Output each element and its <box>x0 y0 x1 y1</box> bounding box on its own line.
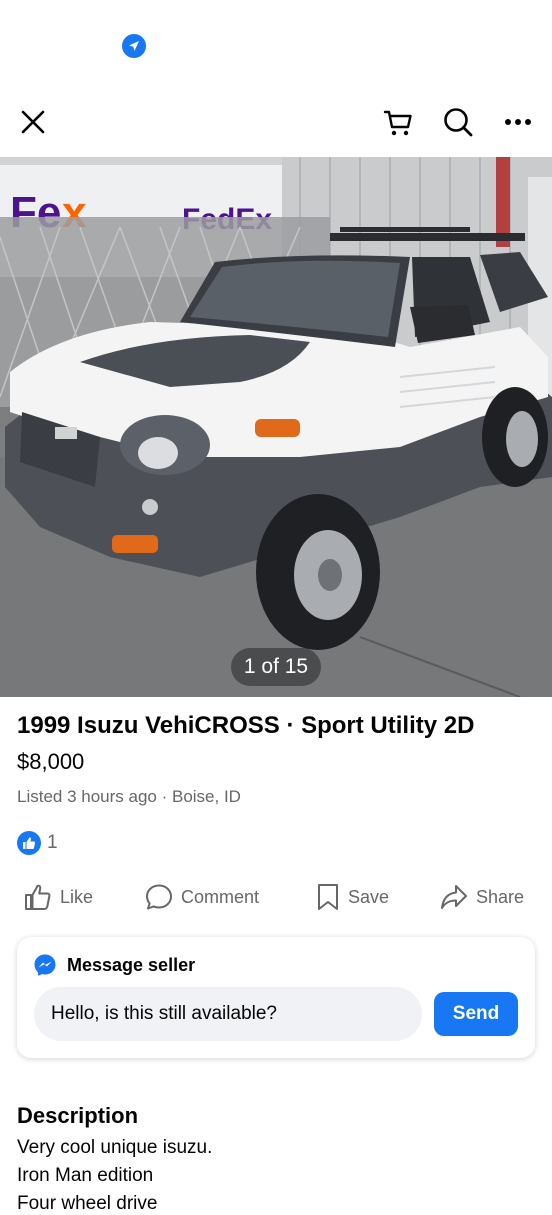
close-icon <box>21 110 45 134</box>
thumbs-up-icon <box>25 884 51 910</box>
vehicle-photo-illustration: Fe x FedEx <box>0 157 552 697</box>
cart-icon <box>383 110 412 136</box>
comment-button[interactable]: Comment <box>145 876 259 918</box>
listing-photo[interactable]: Fe x FedEx <box>0 157 552 697</box>
description-line: Four wheel drive <box>17 1193 158 1214</box>
description-heading: Description <box>17 1103 139 1128</box>
message-input[interactable] <box>34 987 422 1041</box>
bookmark-icon <box>318 884 338 910</box>
description-line: Iron Man edition <box>17 1165 154 1186</box>
message-seller-card: Message seller Send <box>17 937 535 1058</box>
description-line: Very cool unique isuzu. <box>17 1137 213 1158</box>
message-seller-title: Message seller <box>67 954 196 975</box>
reaction-count: 1 <box>47 832 58 853</box>
status-bar <box>0 0 552 90</box>
more-options-button[interactable] <box>498 102 538 142</box>
comment-bubble-icon <box>146 884 172 910</box>
thumbs-up-reaction-icon <box>17 831 41 855</box>
location-arrow-icon <box>122 34 146 58</box>
more-icon <box>505 119 531 125</box>
photo-counter: 1 of 15 <box>231 648 321 686</box>
search-icon <box>444 108 473 137</box>
share-arrow-icon <box>441 885 467 909</box>
top-nav-bar <box>0 90 552 156</box>
action-row: Like Comment Save Share <box>0 876 552 918</box>
comment-label: Comment <box>181 886 260 907</box>
listing-meta: Listed 3 hours ago · Boise, ID <box>17 787 241 806</box>
share-button[interactable]: Share <box>440 876 524 918</box>
save-button[interactable]: Save <box>316 876 389 918</box>
listing-title: 1999 Isuzu VehiCROSS · Sport Utility 2D <box>17 712 475 739</box>
send-button[interactable]: Send <box>434 992 518 1036</box>
listing-price: $8,000 <box>17 749 85 774</box>
message-seller-header: Message seller <box>33 953 195 977</box>
save-label: Save <box>348 886 390 907</box>
like-label: Like <box>60 886 94 907</box>
search-button[interactable] <box>438 102 478 142</box>
share-label: Share <box>476 886 525 907</box>
cart-button[interactable] <box>378 102 418 142</box>
like-button[interactable]: Like <box>24 876 93 918</box>
messenger-icon <box>34 954 56 976</box>
close-button[interactable] <box>13 102 53 142</box>
reactions-summary[interactable]: 1 <box>17 830 58 856</box>
